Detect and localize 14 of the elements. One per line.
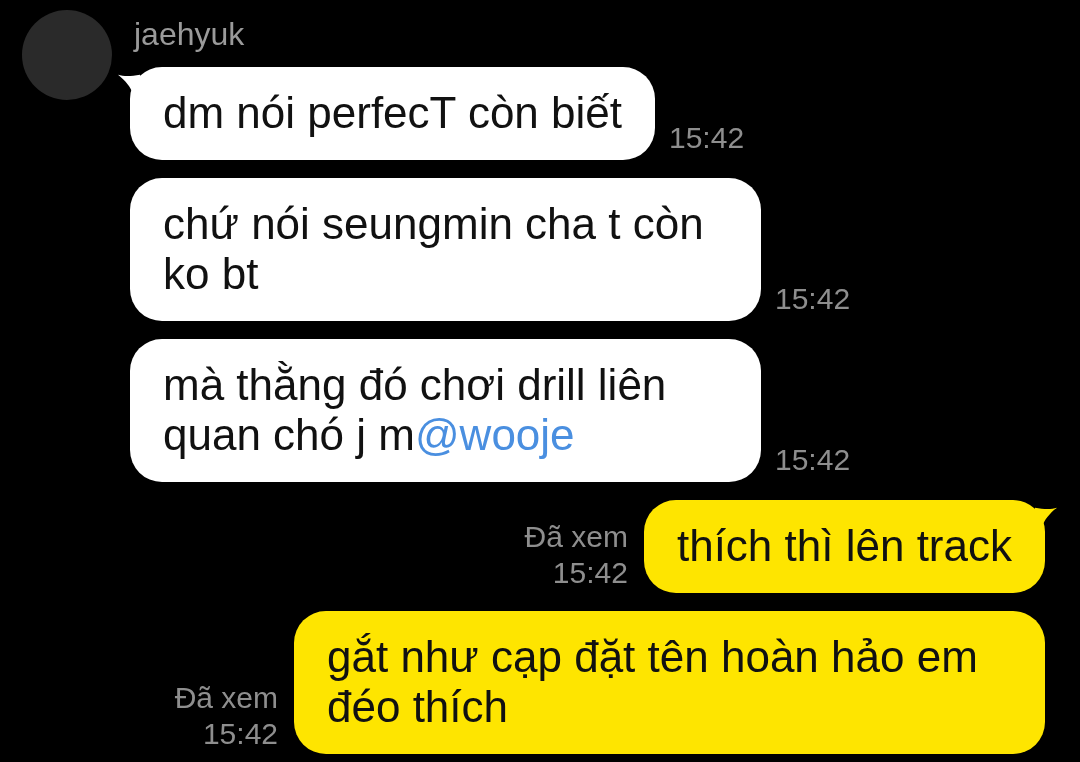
message-bubble: dm nói perfecT còn biết — [130, 67, 655, 160]
message-bubble: mà thằng đó chơi drill liên quan chó j m@wooje — [130, 339, 761, 482]
message-bubble: chứ nói seungmin cha t còn ko bt — [130, 178, 761, 321]
message-bubble: gắt như cạp đặt tên hoàn hảo em đéo thích — [294, 611, 1045, 754]
message-time: 15:42 — [669, 120, 745, 156]
message-time: 15:42 — [202, 716, 278, 752]
read-receipt: Đã xem — [174, 680, 278, 716]
mention-link[interactable]: @wooje — [414, 410, 575, 459]
read-receipt: Đã xem — [524, 519, 628, 555]
message-bubble: thích thì lên track — [643, 500, 1045, 593]
message-time: 15:42 — [775, 442, 851, 478]
message-time: 15:42 — [775, 281, 851, 317]
contact-name: jaehyuk — [134, 16, 245, 53]
message-time: 15:42 — [552, 555, 628, 591]
